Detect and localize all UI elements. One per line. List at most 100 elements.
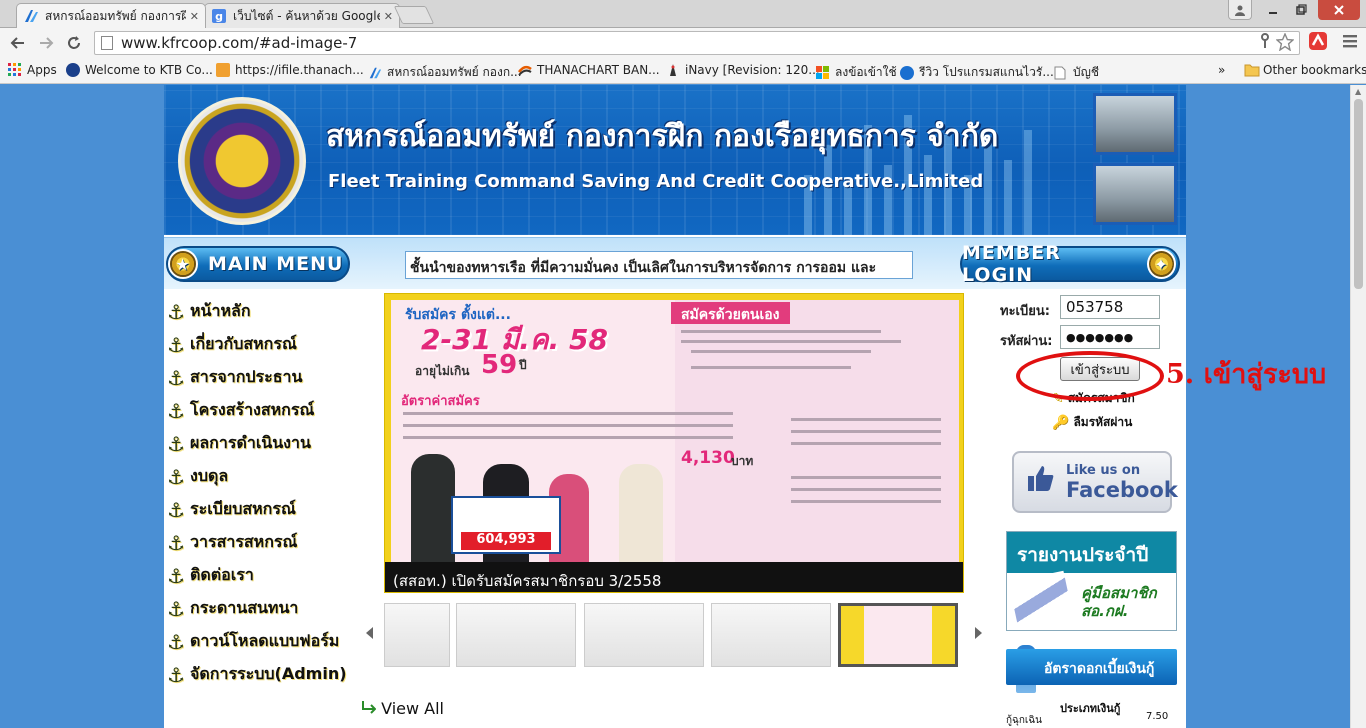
apps-grid-icon [8,63,22,77]
loan-type: กู้ฉุกเฉิน [1006,715,1042,726]
menu-item-contact[interactable]: ⚓ ติดต่อเรา [164,559,354,592]
menu-item-performance[interactable]: ⚓ ผลการดำเนินงาน [164,427,354,460]
menu-item-download-forms[interactable]: ⚓ ดาวน์โหลดแบบฟอร์ม [164,625,354,658]
anchor-icon: ⚓ [167,431,185,456]
anchor-icon: ⚓ [167,596,185,621]
annotation-step-label: 5. เข้าสู่ระบบ [1166,359,1327,390]
page-icon [101,36,113,50]
user-profile-icon[interactable] [1228,0,1252,20]
view-all-link[interactable]: View All [360,699,444,718]
bookmark-other[interactable]: Other bookmarks [1244,63,1366,77]
anchor-icon: ⚓ [167,464,185,489]
bookmark-ktb[interactable]: Welcome to KTB Co... [66,63,213,77]
slide-caption: (สสอท.) เปิดรับสมัครสมาชิกรอบ 3/2558 [385,562,963,592]
scrollbar-thumb[interactable] [1354,99,1363,289]
featured-slide[interactable]: รับสมัคร ตั้งแต่... 2-31 มี.ค. 58 อายุไม… [384,293,964,593]
forward-icon[interactable] [34,31,58,55]
tab-close-icon[interactable]: ✕ [190,10,199,23]
prev-arrow-icon[interactable] [364,625,374,644]
bookmark-apps[interactable]: Apps [8,63,57,77]
web-page: สหกรณ์ออมทรัพย์ กองการฝึก กองเรือยุทธการ… [164,85,1186,728]
menu-hamburger-icon[interactable] [1342,33,1358,53]
address-bar[interactable]: www.kfrcoop.com/#ad-image-7 [94,31,1300,55]
thumbnail-3[interactable] [584,603,704,667]
coop-logo [178,97,306,225]
tab-close-icon[interactable]: ✕ [384,10,393,23]
thumbnail-strip [364,601,994,671]
anchor-icon: ⚓ [167,332,185,357]
thumbnail-4[interactable] [711,603,831,667]
bookmark-login[interactable]: ลงข้อเข้าใช้ [816,63,897,82]
menu-item-home[interactable]: ⚓ หน้าหลัก [164,295,354,328]
bookmark-thanachart[interactable]: THANACHART BAN... [518,63,660,77]
menu-item-webboard[interactable]: ⚓ กระดานสนทนา [164,592,354,625]
return-arrow-icon [360,699,381,718]
thanachart-logo-icon [518,63,532,77]
menu-item-about[interactable]: ⚓ เกี่ยวกับสหกรณ์ [164,328,354,361]
menu-item-journal[interactable]: ⚓ วารสารสหกรณ์ [164,526,354,559]
svg-text:g: g [215,10,223,23]
google-favicon-icon: g [211,8,227,24]
member-handbook-text: คู่มือสมาชิก สอ.กฝ. [1081,584,1157,620]
minimize-icon[interactable] [1260,0,1286,20]
bookmark-star-icon[interactable] [1275,32,1295,55]
restore-icon[interactable] [1288,0,1314,20]
windows-logo-icon [816,65,830,80]
handbook-icon [1008,570,1074,630]
thumbs-up-icon [1026,463,1056,501]
loan-interest-banner[interactable]: อัตราดอกเบี้ยเงินกู้ [1006,649,1177,685]
username-input[interactable] [1060,295,1160,319]
bookmark-review[interactable]: รีวิว โปรแกรมสแกนไวรั... [900,63,1054,82]
banner-photo-counter [1093,163,1177,225]
annual-report-title: รายงานประจำปี [1017,544,1149,566]
extension-icon[interactable] [1308,31,1328,55]
facebook-like-button[interactable]: Like us on Facebook [1012,451,1178,513]
anchor-icon: ⚓ [167,365,185,390]
menu-item-regulations[interactable]: ⚓ ระเบียบสหกรณ์ [164,493,354,526]
anchor-icon: ⚓ [167,299,185,324]
tab-google[interactable]: g เว็บไซต์ - ค้นหาด้วย Google ✕ [204,3,400,28]
thumbnail-5-selected[interactable] [838,603,958,667]
thumbnail-1[interactable] [384,603,450,667]
forgot-password-link[interactable]: 🔑 ลืมรหัสผ่าน [1052,413,1132,432]
page-scrollbar[interactable]: ▲ [1350,85,1366,728]
prize-amount: 604,993 [461,532,551,550]
menu-item-chairman-message[interactable]: ⚓ สารจากประธาน [164,361,354,394]
reload-icon[interactable] [62,31,86,55]
tab-title: สหกรณ์ออมทรัพย์ กองการฝึก [45,8,186,23]
bookmarks-bar: Apps Welcome to KTB Co... https://ifile.… [0,58,1366,84]
menu-item-balance-sheet[interactable]: ⚓ งบดุล [164,460,354,493]
back-icon[interactable] [6,31,30,55]
menu-item-admin[interactable]: ⚓ จัดการระบบ(Admin) [164,658,354,691]
nav-header: ★ MAIN MENU ชั้นนำของทหารเรือ ที่มีความม… [164,237,1186,289]
thumbnail-2[interactable] [456,603,576,667]
bookmarks-overflow[interactable]: » [1218,63,1225,77]
password-input[interactable]: ●●●●●●● [1060,325,1160,349]
close-window-icon[interactable] [1318,0,1360,20]
bookmark-ifile[interactable]: https://ifile.thanach... [216,63,364,77]
facebook-line1: Like us on [1066,462,1141,478]
bookmark-kfrcoop[interactable]: สหกรณ์ออมทรัพย์ กองก... [368,63,522,82]
member-login-emblem-icon: ✦ [1146,249,1176,279]
folder-icon [1244,63,1260,77]
tab-kfrcoop[interactable]: สหกรณ์ออมทรัพย์ กองการฝึก ✕ [16,3,206,28]
member-login-header: MEMBER LOGIN ✦ [960,242,1180,286]
slide-right-head: สมัครด้วยตนเอง [671,302,790,324]
table-row: กู้ฉุกเฉิน 7.50 [1006,711,1177,728]
main-menu: ⚓ หน้าหลัก ⚓ เกี่ยวกับสหกรณ์ ⚓ สารจากประธาน… [164,295,354,691]
annual-report-banner[interactable]: รายงานประจำปี คู่มือสมาชิก สอ.กฝ. [1006,531,1177,631]
site-title-english: Fleet Training Command Saving And Credit… [328,171,984,192]
main-menu-emblem-icon: ★ [168,249,198,279]
slide-amount: 4,130 [681,448,735,468]
menu-item-structure[interactable]: ⚓ โครงสร้างสหกรณ์ [164,394,354,427]
anchor-icon: ⚓ [167,497,185,522]
facebook-line2: Facebook [1066,477,1178,502]
anchor-icon: ⚓ [167,629,185,654]
page-icon [1054,66,1068,80]
bookmark-inavy[interactable]: iNavy [Revision: 120... [666,63,820,77]
scroll-up-icon[interactable]: ▲ [1355,87,1361,96]
key-icon[interactable] [1258,33,1272,53]
next-arrow-icon[interactable] [974,625,984,644]
bookmark-account[interactable]: บัญชี [1054,63,1099,82]
key-icon: 🔑 [1052,414,1070,431]
